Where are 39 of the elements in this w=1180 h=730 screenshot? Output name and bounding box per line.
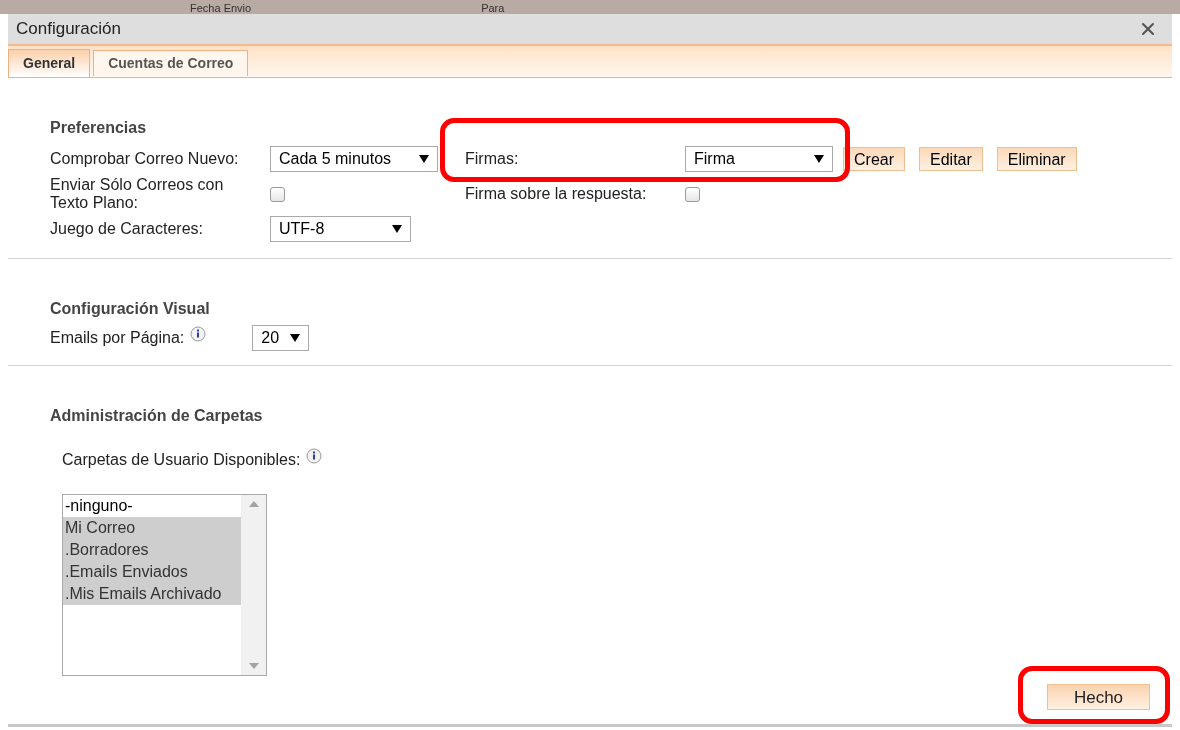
- field-label: Emails por Página:: [50, 328, 185, 348]
- list-option[interactable]: .Borradores: [63, 539, 241, 561]
- caret-icon: [290, 334, 301, 342]
- check-interval-dropdown[interactable]: Cada 5 minutos: [270, 146, 438, 172]
- column-header: Para: [481, 2, 505, 14]
- list-option[interactable]: .Mis Emails Archivado: [63, 583, 241, 605]
- scroll-down-icon[interactable]: [248, 663, 259, 669]
- folder-listbox[interactable]: -ninguno- Mi Correo .Borradores .Emails Enviados .Mis Emails Archivado: [62, 494, 267, 676]
- caret-icon: [419, 155, 429, 163]
- caret-icon: [392, 225, 402, 233]
- tab[interactable]: Cuentas de Correo: [93, 50, 249, 76]
- info-icon[interactable]: [306, 448, 323, 464]
- list-option[interactable]: Mi Correo: [63, 517, 241, 539]
- action-button[interactable]: Editar: [919, 147, 983, 171]
- action-button[interactable]: Crear: [843, 147, 905, 171]
- list-option[interactable]: .Emails Enviados: [63, 561, 241, 583]
- section-heading: Configuración Visual: [50, 299, 211, 319]
- field-label: Carpetas de Usuario Disponibles:: [62, 450, 301, 470]
- page-size-dropdown[interactable]: 20: [252, 325, 310, 351]
- checkbox[interactable]: [270, 186, 285, 202]
- field-label: Comprobar Correo Nuevo:: [50, 149, 240, 169]
- info-icon[interactable]: [190, 326, 207, 342]
- scrollbar[interactable]: [241, 495, 266, 675]
- field-label: Firmas:: [465, 149, 520, 169]
- tab[interactable]: General: [8, 49, 91, 77]
- window-title: Configuración: [16, 18, 121, 41]
- scroll-up-icon[interactable]: [248, 501, 259, 507]
- section-heading: Administración de Carpetas: [50, 406, 264, 426]
- field-label: Enviar Sólo Correos con Texto Plano:: [50, 176, 225, 212]
- signature-dropdown[interactable]: Firma: [685, 146, 833, 172]
- section-heading: Preferencias: [50, 118, 148, 138]
- field-label: Juego de Caracteres:: [50, 219, 204, 239]
- column-header: Fecha Envio: [190, 2, 252, 14]
- field-label: Firma sobre la respuesta:: [465, 184, 648, 204]
- action-button[interactable]: Eliminar: [996, 147, 1077, 171]
- caret-icon: [814, 155, 824, 163]
- checkbox[interactable]: [685, 186, 700, 202]
- charset-dropdown[interactable]: UTF-8: [270, 216, 411, 242]
- done-button[interactable]: Hecho: [1047, 684, 1150, 710]
